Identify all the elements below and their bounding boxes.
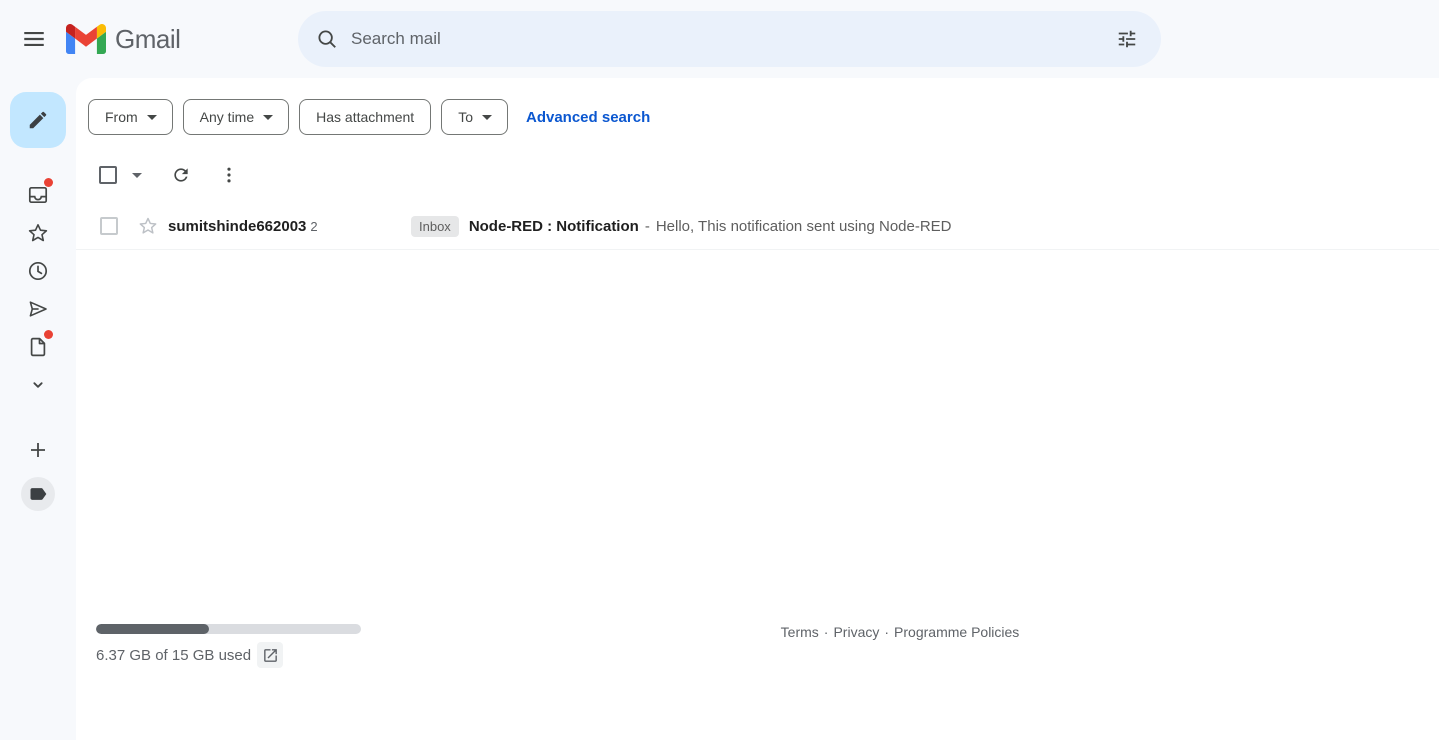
footer-area: 6.37 GB of 15 GB used Terms·Privacy·Prog…	[76, 624, 1439, 740]
chevron-down-icon	[27, 374, 49, 396]
gmail-logo[interactable]: Gmail	[66, 24, 180, 55]
search-options-button[interactable]	[1103, 15, 1151, 63]
filter-chip-has-attachment[interactable]: Has attachment	[299, 99, 431, 135]
more-options-button[interactable]	[209, 155, 249, 195]
body-row: From Any time Has attachment To Advanced…	[0, 78, 1439, 740]
tune-icon	[1116, 28, 1138, 50]
main-menu-button[interactable]	[10, 15, 58, 63]
chevron-down-icon	[147, 115, 157, 120]
refresh-icon	[171, 165, 191, 185]
sidebar-nav	[14, 179, 62, 401]
gmail-app: Gmail	[0, 0, 1439, 740]
select-all-checkbox[interactable]	[99, 166, 117, 184]
footer-links: Terms·Privacy·Programme Policies	[361, 624, 1439, 640]
storage-bar-fill	[96, 624, 209, 634]
chip-label: From	[105, 109, 138, 125]
star-icon	[26, 221, 50, 245]
refresh-button[interactable]	[161, 155, 201, 195]
search-button[interactable]	[303, 15, 351, 63]
sidebar	[0, 78, 76, 740]
mail-sender: sumitshinde662003 2	[168, 218, 411, 235]
sidebar-item-inbox[interactable]	[14, 179, 62, 211]
gmail-logo-text: Gmail	[115, 24, 180, 55]
sidebar-item-labels[interactable]	[21, 477, 55, 511]
filter-chip-from[interactable]: From	[88, 99, 173, 135]
chevron-down-icon	[482, 115, 492, 120]
search-bar	[298, 11, 1161, 67]
mail-subject: Node-RED : Notification	[469, 218, 639, 235]
search-filter-chips: From Any time Has attachment To Advanced…	[88, 99, 1439, 135]
link-separator: ·	[824, 624, 829, 640]
privacy-link[interactable]: Privacy	[833, 624, 879, 640]
storage-meter: 6.37 GB of 15 GB used	[96, 624, 361, 668]
sidebar-item-drafts[interactable]	[14, 331, 62, 363]
search-input[interactable]	[351, 29, 1103, 49]
mail-row[interactable]: sumitshinde662003 2 Inbox Node-RED : Noti…	[76, 203, 1439, 250]
manage-storage-link[interactable]	[257, 642, 283, 668]
label-tag-icon	[28, 484, 48, 504]
sidebar-item-more[interactable]	[14, 369, 62, 401]
notification-dot	[44, 178, 53, 187]
star-icon	[137, 215, 159, 237]
sidebar-item-sent[interactable]	[14, 293, 62, 325]
programme-policies-link[interactable]: Programme Policies	[894, 624, 1019, 640]
chevron-down-icon	[263, 115, 273, 120]
main-panel: From Any time Has attachment To Advanced…	[76, 78, 1439, 740]
storage-bar	[96, 624, 361, 634]
filter-chip-any-time[interactable]: Any time	[183, 99, 289, 135]
terms-link[interactable]: Terms	[781, 624, 819, 640]
chip-label: Any time	[200, 109, 254, 125]
chip-label: To	[458, 109, 473, 125]
compose-button[interactable]	[10, 92, 66, 148]
advanced-search-link[interactable]: Advanced search	[526, 109, 650, 126]
notification-dot	[44, 330, 53, 339]
clock-icon	[26, 259, 50, 283]
chevron-down-icon	[132, 173, 142, 178]
sender-name: sumitshinde662003	[168, 218, 306, 235]
sidebar-item-starred[interactable]	[14, 217, 62, 249]
empty-list-area	[76, 250, 1439, 624]
link-separator: ·	[884, 624, 889, 640]
row-checkbox[interactable]	[100, 217, 118, 235]
thread-count: 2	[310, 219, 317, 234]
sidebar-item-new-label[interactable]	[14, 434, 62, 466]
subject-snippet-separator: -	[645, 218, 650, 235]
plus-icon	[26, 438, 50, 462]
star-button[interactable]	[136, 214, 160, 238]
sidebar-item-snoozed[interactable]	[14, 255, 62, 287]
filter-chip-to[interactable]: To	[441, 99, 508, 135]
send-icon	[26, 297, 50, 321]
storage-used-text: 6.37 GB of 15 GB used	[96, 647, 251, 664]
select-dropdown-button[interactable]	[125, 163, 149, 187]
chip-label: Has attachment	[316, 109, 414, 125]
list-toolbar	[76, 155, 1439, 195]
open-in-new-icon	[262, 647, 279, 664]
top-header: Gmail	[0, 0, 1439, 78]
hamburger-icon	[21, 26, 47, 52]
more-vert-icon	[219, 165, 239, 185]
storage-text-row: 6.37 GB of 15 GB used	[96, 642, 361, 668]
search-icon	[316, 28, 338, 50]
mail-snippet: Hello, This notification sent using Node…	[656, 218, 952, 235]
inbox-label-badge: Inbox	[411, 216, 459, 237]
pencil-icon	[27, 109, 49, 131]
gmail-m-icon	[66, 24, 106, 54]
